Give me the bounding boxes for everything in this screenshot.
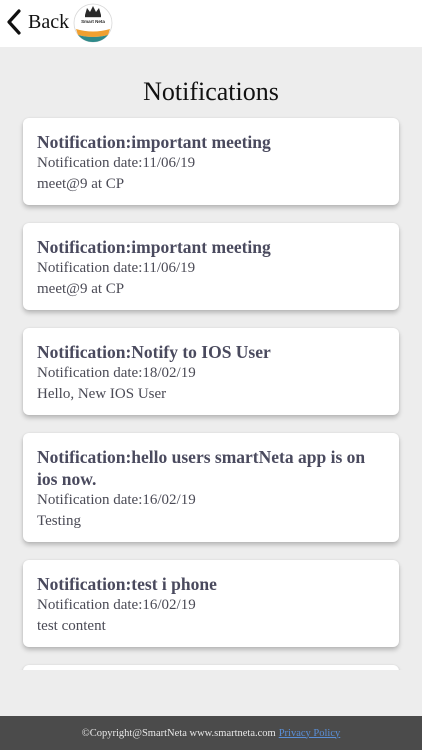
- notification-title: Notification:hello users smartNeta app i…: [37, 447, 366, 489]
- notification-card-partial[interactable]: [23, 665, 399, 670]
- notification-date: Notification date:18/02/19: [37, 365, 196, 381]
- notification-card[interactable]: Notification:important meeting Notificat…: [23, 118, 399, 205]
- notification-date: Notification date:16/02/19: [37, 492, 196, 508]
- notification-card[interactable]: Notification:Notify to IOS User Notifica…: [23, 328, 399, 415]
- notification-date: Notification date:16/02/19: [37, 597, 196, 613]
- footer-copyright: ©Copyright@SmartNeta www.smartneta.com: [81, 727, 276, 739]
- notification-date: Notification date:11/06/19: [37, 155, 196, 171]
- app-logo: Smart Neta: [72, 2, 114, 44]
- notification-date: Notification date:11/06/19: [37, 260, 196, 276]
- notification-card[interactable]: Notification:test i phone Notification d…: [23, 560, 399, 647]
- logo-brand-text: Smart Neta: [81, 19, 105, 24]
- notification-card[interactable]: Notification:hello users smartNeta app i…: [23, 433, 399, 542]
- notification-list[interactable]: Notification:important meeting Notificat…: [0, 112, 422, 670]
- notification-body: Hello, New IOS User: [37, 386, 167, 402]
- notification-body: meet@9 at CP: [37, 281, 125, 297]
- notification-card[interactable]: Notification:important meeting Notificat…: [23, 223, 399, 310]
- notification-title: Notification:important meeting: [37, 132, 271, 152]
- privacy-policy-link[interactable]: Privacy Policy: [279, 728, 341, 739]
- back-label: Back: [28, 10, 70, 33]
- page-title: Notifications: [143, 77, 279, 106]
- notification-body: meet@9 at CP: [37, 176, 125, 192]
- notification-title: Notification:test i phone: [37, 574, 217, 594]
- notification-body: test content: [37, 618, 106, 634]
- notification-title: Notification:important meeting: [37, 237, 271, 257]
- footer: ©Copyright@SmartNeta www.smartneta.com P…: [0, 716, 422, 750]
- notification-body: Testing: [37, 513, 81, 529]
- back-button[interactable]: Back: [6, 8, 69, 36]
- top-bar: Back Smart Neta: [0, 0, 422, 47]
- notification-title: Notification:Notify to IOS User: [37, 342, 271, 362]
- chevron-left-icon: [7, 9, 21, 35]
